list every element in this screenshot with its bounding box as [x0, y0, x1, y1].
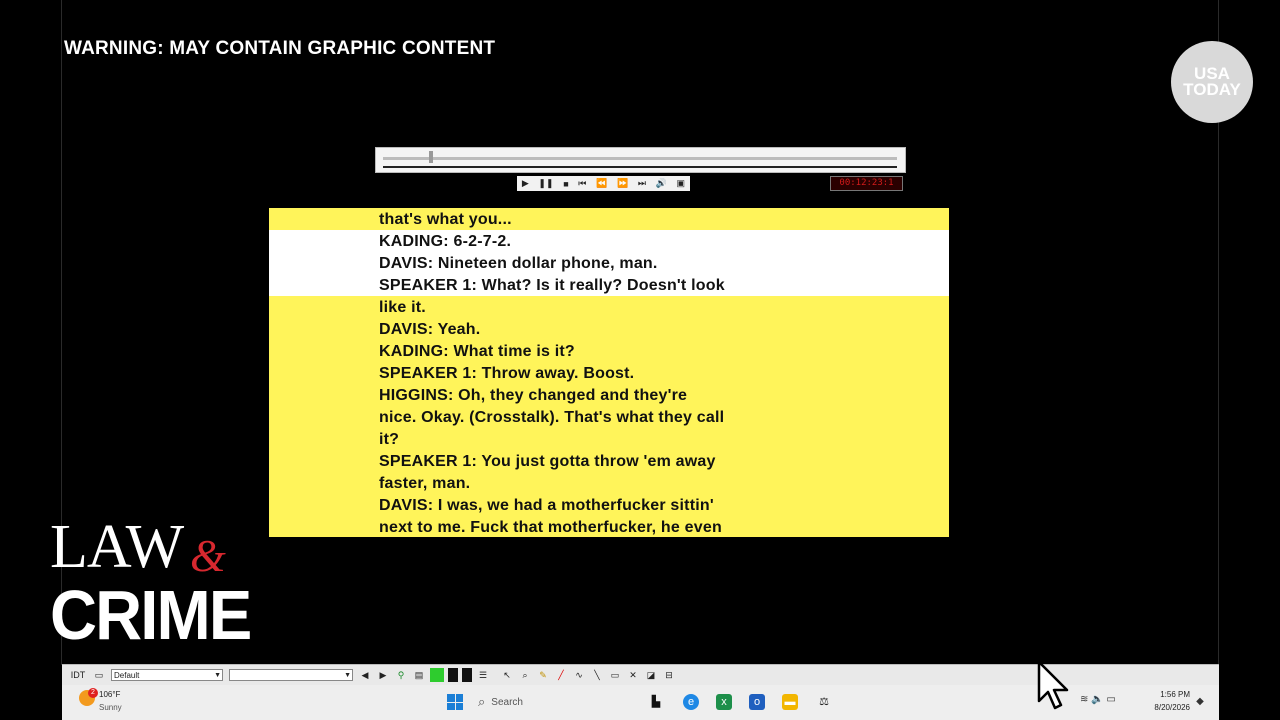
media-player-seekbar[interactable]: [375, 147, 906, 173]
clear-icon[interactable]: ✕: [626, 668, 640, 682]
freehand-icon[interactable]: ∿: [572, 668, 586, 682]
transcript-line: SPEAKER 1: What? Is it really? Doesn't l…: [379, 277, 725, 294]
transcript-line: KADING: What time is it?: [379, 343, 575, 360]
search-label: Search: [491, 696, 523, 708]
timecode-display: 00:12:23:1: [830, 176, 903, 191]
skip-back-icon[interactable]: ⏮: [578, 178, 586, 189]
chevron-down-icon: ▼: [214, 672, 221, 679]
play-icon[interactable]: ▶: [522, 178, 529, 189]
taskbar-search[interactable]: ⌕ Search: [478, 692, 628, 712]
weather-temperature[interactable]: 106°F: [99, 690, 120, 699]
transcript-line: SPEAKER 1: You just gotta throw 'em away: [379, 453, 716, 470]
line-icon[interactable]: ╲: [590, 668, 604, 682]
law-and-crime-logo-bottom: CRIME: [50, 576, 252, 654]
brand-line-2: TODAY: [1183, 80, 1241, 99]
secondary-select[interactable]: ▼: [229, 669, 353, 681]
zoom-icon[interactable]: ⌕: [518, 668, 532, 682]
rectangle-icon[interactable]: ▭: [608, 668, 622, 682]
transcript-line: like it.: [379, 299, 426, 316]
image-icon[interactable]: ▤: [412, 668, 426, 682]
transcript-line: SPEAKER 1: Throw away. Boost.: [379, 365, 635, 382]
transcript-line: next to me. Fuck that motherfucker, he e…: [379, 519, 722, 536]
file-explorer-icon[interactable]: ▬: [782, 694, 798, 710]
transcript-line: it?: [379, 431, 400, 448]
windows-start-icon[interactable]: [447, 694, 463, 710]
mouse-cursor-icon: [1037, 660, 1069, 710]
transcript-line: KADING: 6-2-7-2.: [379, 233, 512, 250]
clock-time[interactable]: 1:56 PM: [1146, 690, 1190, 699]
layout-select[interactable]: Default ▼: [111, 669, 223, 681]
excel-icon[interactable]: x: [716, 694, 732, 710]
media-controls: ▶ ❚❚ ■ ⏮ ⏪ ⏩ ⏭ 🔊 ▣: [517, 176, 690, 191]
ruler-icon[interactable]: ⊟: [662, 668, 676, 682]
split-layout-icon[interactable]: [462, 668, 472, 682]
single-layout-icon[interactable]: [448, 668, 458, 682]
layout-select-value: Default: [114, 671, 140, 680]
red-pen-icon[interactable]: ╱: [554, 668, 568, 682]
progress-line: [383, 166, 897, 168]
transcript-line: DAVIS: I was, we had a motherfucker sitt…: [379, 497, 714, 514]
next-icon[interactable]: ▶: [376, 668, 390, 682]
weather-notification-badge: 2: [88, 688, 98, 698]
highlighter-icon[interactable]: ✎: [536, 668, 550, 682]
battery-icon[interactable]: ▭: [1106, 694, 1115, 705]
previous-icon[interactable]: ◀: [358, 668, 372, 682]
toolbar-id-label[interactable]: IDT: [68, 668, 88, 682]
weather-condition[interactable]: Sunny: [99, 703, 122, 712]
usa-today-logo: USA TODAY: [1171, 41, 1253, 123]
clock-date[interactable]: 8/20/2026: [1146, 703, 1190, 712]
rewind-icon[interactable]: ⏪: [596, 178, 607, 189]
pointer-icon[interactable]: ↖: [500, 668, 514, 682]
transcript-line: faster, man.: [379, 475, 471, 492]
transcript-line: DAVIS: Yeah.: [379, 321, 481, 338]
chevron-down-icon: ▼: [344, 672, 351, 679]
stop-icon[interactable]: ■: [563, 179, 568, 189]
graphic-content-warning: WARNING: MAY CONTAIN GRAPHIC CONTENT: [64, 38, 496, 59]
law-and-crime-logo-top: LAW: [50, 513, 184, 581]
edge-browser-icon[interactable]: e: [683, 694, 699, 710]
outlook-icon[interactable]: o: [749, 694, 765, 710]
transcript-text: that's what you... KADING: 6-2-7-2. DAVIS:…: [379, 209, 779, 539]
fill-icon[interactable]: ◪: [644, 668, 658, 682]
system-tray: ≋ 🔈 ▭: [1080, 694, 1116, 705]
camera-icon[interactable]: ▣: [677, 178, 686, 189]
scales-app-icon[interactable]: ⚖: [816, 694, 832, 710]
task-view-icon[interactable]: ▙: [648, 694, 664, 710]
seek-handle[interactable]: [429, 151, 434, 163]
seek-track[interactable]: [383, 157, 897, 160]
pause-icon[interactable]: ❚❚: [538, 178, 553, 189]
transcript-line: that's what you...: [379, 211, 512, 228]
notifications-icon[interactable]: ◆: [1192, 694, 1208, 710]
fast-forward-icon[interactable]: ⏩: [617, 178, 628, 189]
transcript-line: HIGGINS: Oh, they changed and they're: [379, 387, 688, 404]
stacked-layout-icon[interactable]: ☰: [476, 668, 490, 682]
volume-tray-icon[interactable]: 🔈: [1091, 694, 1103, 705]
search-icon: ⌕: [478, 694, 486, 709]
green-screen-icon[interactable]: [430, 668, 444, 682]
wifi-icon[interactable]: ≋: [1080, 694, 1088, 705]
pin-icon[interactable]: ⚲: [394, 668, 408, 682]
transcript-line: nice. Okay. (Crosstalk). That's what the…: [379, 409, 725, 426]
monitor-icon[interactable]: ▭: [92, 668, 106, 682]
volume-icon[interactable]: 🔊: [656, 178, 667, 189]
skip-forward-icon[interactable]: ⏭: [638, 178, 646, 189]
transcript-line: DAVIS: Nineteen dollar phone, man.: [379, 255, 658, 272]
